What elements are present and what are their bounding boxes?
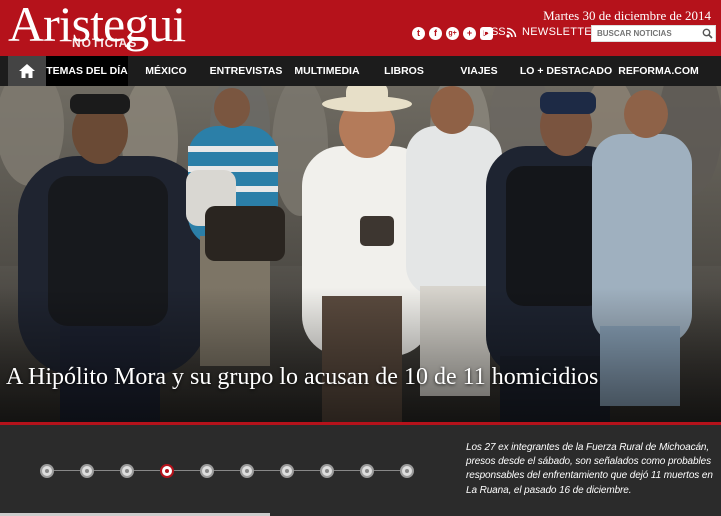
search-icon[interactable] xyxy=(702,28,713,39)
nav-item-viajes[interactable]: VIAJES xyxy=(442,56,516,86)
search-box xyxy=(591,25,716,42)
nav-item-libros[interactable]: LIBROS xyxy=(366,56,442,86)
nav-item-temas-del-dia[interactable]: TEMAS DEL DÍA xyxy=(46,56,128,86)
nav-item-reforma[interactable]: REFORMA.COM xyxy=(616,56,701,86)
slider-dot[interactable] xyxy=(400,464,414,478)
slider-dot[interactable] xyxy=(320,464,334,478)
home-button[interactable] xyxy=(8,56,46,86)
google-plus-icon[interactable]: g+ xyxy=(446,26,459,40)
facebook-icon[interactable]: f xyxy=(429,26,442,40)
nav-item-entrevistas[interactable]: ENTREVISTAS xyxy=(204,56,288,86)
site-header: Aristegui NOTICIAS Martes 30 de diciembr… xyxy=(0,0,721,56)
slider-dot[interactable] xyxy=(120,464,134,478)
rss-link[interactable]: RSS xyxy=(483,26,506,38)
twitter-icon[interactable]: t xyxy=(412,26,425,40)
hero-slide[interactable]: A Hipólito Mora y su grupo lo acusan de … xyxy=(0,86,721,422)
slider-dots xyxy=(40,463,414,479)
logo-subtitle: NOTICIAS xyxy=(72,36,138,50)
slider-dot-active[interactable] xyxy=(160,464,174,478)
slider-dot[interactable] xyxy=(200,464,214,478)
slider-track xyxy=(40,470,412,471)
slider-dot[interactable] xyxy=(80,464,94,478)
social-links: t f g+ + ▶ xyxy=(412,25,493,41)
plus-icon[interactable]: + xyxy=(463,26,476,40)
hero-headline[interactable]: A Hipólito Mora y su grupo lo acusan de … xyxy=(6,364,598,391)
current-date: Martes 30 de diciembre de 2014 xyxy=(543,8,711,23)
article-summary: Los 27 ex integrantes de la Fuerza Rural… xyxy=(466,442,713,496)
newsletter-link[interactable]: NEWSLETTER xyxy=(522,26,600,38)
slider-panel: Los 27 ex integrantes de la Fuerza Rural… xyxy=(0,422,721,516)
nav-item-multimedia[interactable]: MULTIMEDIA xyxy=(288,56,366,86)
rss-icon[interactable] xyxy=(506,27,517,38)
slider-dot[interactable] xyxy=(240,464,254,478)
slider-dot[interactable] xyxy=(280,464,294,478)
main-nav: TEMAS DEL DÍA MÉXICO ENTREVISTAS MULTIME… xyxy=(0,56,721,86)
nav-item-mexico[interactable]: MÉXICO xyxy=(128,56,204,86)
search-input[interactable] xyxy=(592,26,704,41)
slider-dot[interactable] xyxy=(40,464,54,478)
slider-dot[interactable] xyxy=(360,464,374,478)
home-icon xyxy=(19,64,35,78)
nav-item-lo-mas-destacado[interactable]: LO + DESTACADO xyxy=(516,56,616,86)
